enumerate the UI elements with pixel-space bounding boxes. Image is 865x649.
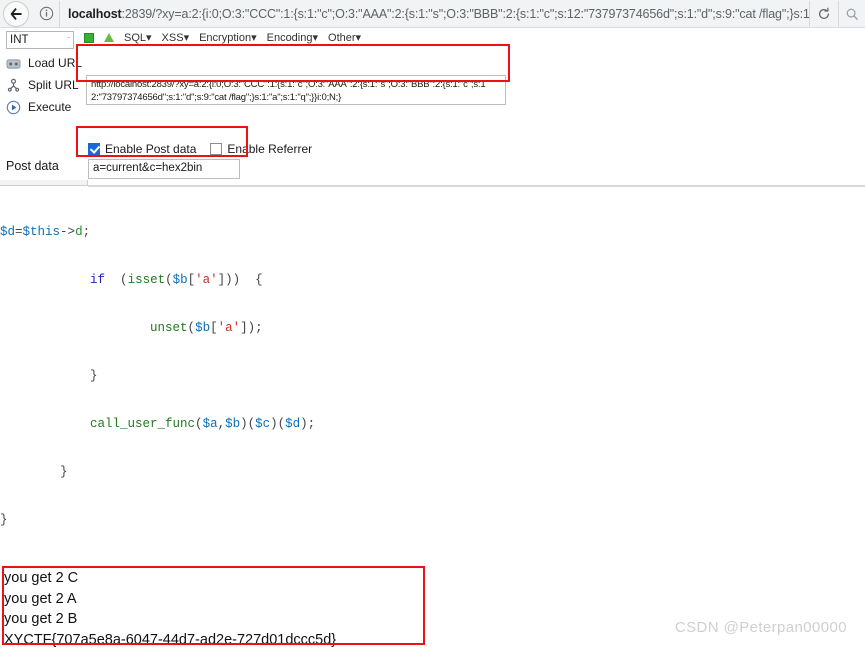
- code-line: }: [60, 465, 68, 479]
- execute-label: Execute: [28, 100, 72, 114]
- hackbar-options: Enable Post data Enable Referrer: [88, 142, 312, 156]
- enable-post-data-checkbox[interactable]: Enable Post data: [88, 142, 196, 156]
- checkbox-box: [210, 143, 223, 155]
- page-content: $d=$this->d; $d=$this->d; if (isset($b['…: [0, 180, 865, 649]
- url-input[interactable]: http://localhost:2839/?xy=a:2:{i:0;O:3:"…: [86, 75, 506, 105]
- code-line: }: [0, 513, 8, 527]
- url-text: localhost:2839/?xy=a:2:{i:0;O:3:"CCC":1:…: [68, 7, 809, 21]
- url-host: localhost: [68, 6, 122, 21]
- post-data-label: Post data: [6, 159, 59, 173]
- code-line: $d=$this->d; $d=$this->d;: [0, 225, 91, 239]
- split-url-icon: [4, 76, 22, 94]
- load-url-icon: [4, 54, 22, 72]
- hackbar-menubar: SQL▾ XSS▾ Encryption▾ Encoding▾ Other▾: [84, 31, 361, 44]
- code-line: call_user_func($a,$b)($c)($d);: [90, 417, 316, 431]
- type-select[interactable]: INT ˇ: [6, 31, 74, 49]
- csdn-watermark: CSDN @Peterpan00000: [674, 619, 847, 636]
- split-url-button[interactable]: Split URL: [4, 74, 84, 96]
- enable-referrer-checkbox[interactable]: Enable Referrer: [210, 142, 312, 156]
- menu-item-xss[interactable]: XSS▾: [162, 31, 190, 44]
- type-select-value: INT: [10, 34, 29, 46]
- execute-play-icon: [4, 98, 22, 116]
- reload-icon[interactable]: [809, 0, 838, 27]
- url-bar[interactable]: localhost:2839/?xy=a:2:{i:0;O:3:"CCC":1:…: [59, 0, 809, 27]
- menu-item-encoding[interactable]: Encoding▾: [267, 31, 318, 44]
- code-line: unset($b['a']);: [150, 321, 263, 335]
- horizontal-divider: [88, 185, 865, 187]
- search-icon[interactable]: [838, 0, 865, 27]
- checkbox-box: [88, 143, 100, 155]
- hackbar-action-list: Load URL Split URL Execute: [4, 52, 84, 118]
- enable-post-data-label: Enable Post data: [105, 142, 197, 156]
- browser-toolbar: localhost:2839/?xy=a:2:{i:0;O:3:"CCC":1:…: [0, 0, 865, 28]
- url-path: :2839/?xy=a:2:{i:0;O:3:"CCC":1:{s:1:"c";…: [121, 6, 809, 21]
- status-square-icon: [84, 32, 94, 43]
- code-line: }: [90, 369, 98, 383]
- split-url-label: Split URL: [28, 78, 79, 92]
- output-line: you get 2 A: [4, 590, 77, 607]
- menu-item-sql[interactable]: SQL▾: [124, 31, 152, 44]
- load-url-label: Load URL: [28, 56, 83, 70]
- chevron-down-icon: ˇ: [67, 35, 70, 45]
- post-data-input[interactable]: a=current&c=hex2bin: [88, 159, 240, 179]
- code-line: if (isset($b['a'])) {: [90, 273, 263, 287]
- panel-edge: [0, 180, 88, 186]
- load-url-button[interactable]: Load URL: [4, 52, 84, 74]
- execute-button[interactable]: Execute: [4, 96, 84, 118]
- status-triangle-icon: [104, 33, 114, 42]
- hackbar-panel: INT ˇ SQL▾ XSS▾ Encryption▾ Encoding▾ Ot…: [0, 28, 865, 180]
- menu-item-encryption[interactable]: Encryption▾: [199, 31, 257, 44]
- php-output: you get 2 C you get 2 A you get 2 B XYCT…: [4, 568, 865, 649]
- output-line: you get 2 C: [4, 570, 79, 586]
- info-circle-icon[interactable]: [35, 3, 57, 25]
- enable-referrer-label: Enable Referrer: [227, 142, 313, 156]
- back-arrow-icon[interactable]: [3, 0, 29, 27]
- menu-item-other[interactable]: Other▾: [328, 31, 361, 44]
